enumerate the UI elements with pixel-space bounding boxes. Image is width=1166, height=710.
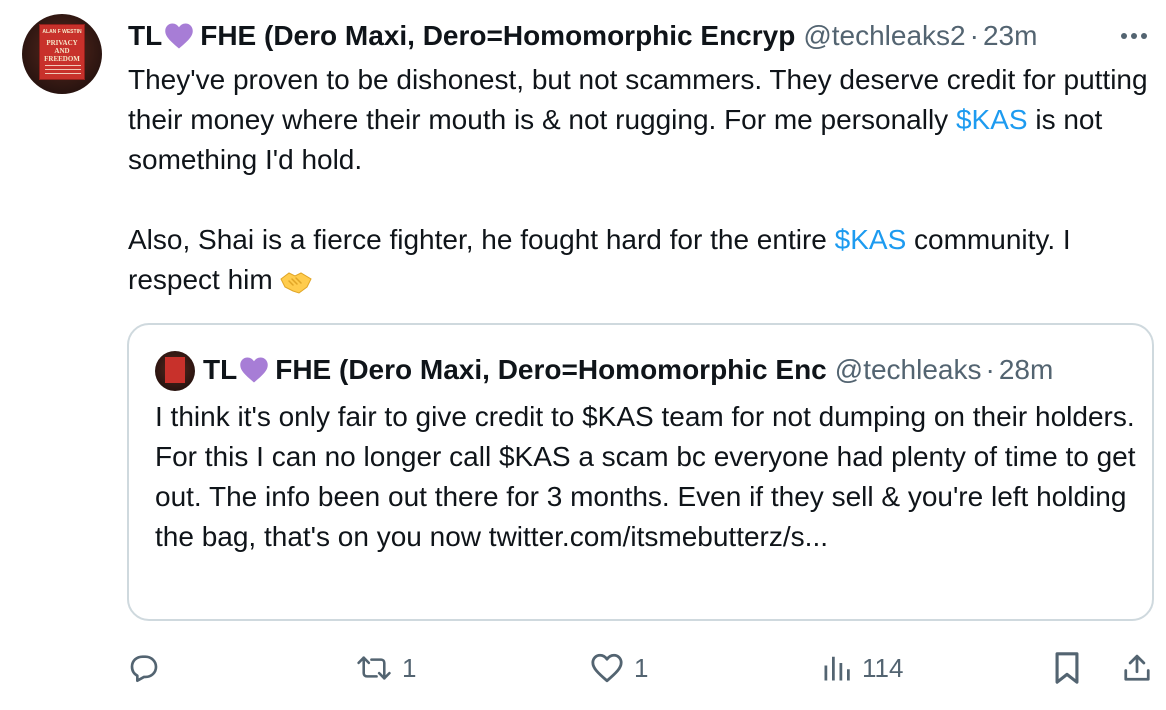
avatar-book-cover [165,357,185,383]
avatar-book-cover: ALAN F WESTIN PRIVACY AND FREEDOM [39,24,85,80]
purple-heart-icon [239,356,269,384]
cashtag-link[interactable]: $KAS [956,104,1028,135]
tweet-paragraph-2: Also, Shai is a fierce fighter, he fough… [128,220,1158,300]
bookmark-button[interactable] [1052,640,1082,696]
reply-button[interactable] [128,640,170,696]
quoted-author-avatar [155,351,195,391]
views-button[interactable]: 114 [822,640,903,696]
cashtag-link[interactable]: $KAS [835,224,907,255]
separator-dot: · [985,354,995,385]
avatar-book-author: ALAN F WESTIN [42,29,82,35]
reply-icon [128,652,160,684]
retweet-icon [356,652,392,684]
retweet-count: 1 [402,652,417,683]
author-name-text: FHE (Dero Maxi, Dero=Homomorphic Encryp [200,20,796,51]
author-handle[interactable]: @techleaks2 [803,20,965,52]
author-name-prefix: TL [128,20,163,51]
author-avatar[interactable]: ALAN F WESTIN PRIVACY AND FREEDOM [22,14,102,94]
tweet-body: They've proven to be dishonest, but not … [128,60,1158,300]
tweet-paragraph-1: They've proven to be dishonest, but not … [128,60,1158,180]
avatar-book-title: PRIVACY AND FREEDOM [44,39,80,63]
quoted-author-name: TL FHE (Dero Maxi, Dero=Homomorphic Enc [203,354,827,386]
share-icon [1122,652,1152,684]
purple-heart-icon [164,22,194,50]
retweet-button[interactable]: 1 [356,640,416,696]
handshake-icon [279,269,313,295]
tweet-actions: 1 1 114 [0,640,1166,696]
more-icon[interactable] [1118,20,1150,52]
quoted-tweet-timestamp: 28m [998,354,1054,385]
tweet-timestamp[interactable]: 23m [983,20,1037,52]
separator-dot: · [969,20,979,51]
quoted-author-handle: @techleaks [834,354,982,385]
tweet-header: TL FHE (Dero Maxi, Dero=Homomorphic Encr… [128,14,1037,58]
tweet-text-2: Also, Shai is a fierce fighter, he fough… [128,224,835,255]
views-count: 114 [862,652,904,683]
like-count: 1 [634,652,649,683]
like-icon [590,652,624,684]
quoted-author-name-prefix: TL [203,354,238,385]
bookmark-icon [1052,651,1082,685]
quoted-tweet-body: I think it's only fair to give credit to… [155,397,1145,557]
author-name[interactable]: TL FHE (Dero Maxi, Dero=Homomorphic Encr… [128,20,795,52]
quoted-tweet-header: TL FHE (Dero Maxi, Dero=Homomorphic Enc … [203,347,1053,393]
like-button[interactable]: 1 [590,640,648,696]
quoted-author-name-text: FHE (Dero Maxi, Dero=Homomorphic Enc [275,354,827,385]
quoted-tweet-text: I think it's only fair to give credit to… [155,401,1136,552]
views-icon [822,653,852,683]
quoted-tweet[interactable]: TL FHE (Dero Maxi, Dero=Homomorphic Enc … [127,323,1154,621]
share-button[interactable] [1122,640,1152,696]
